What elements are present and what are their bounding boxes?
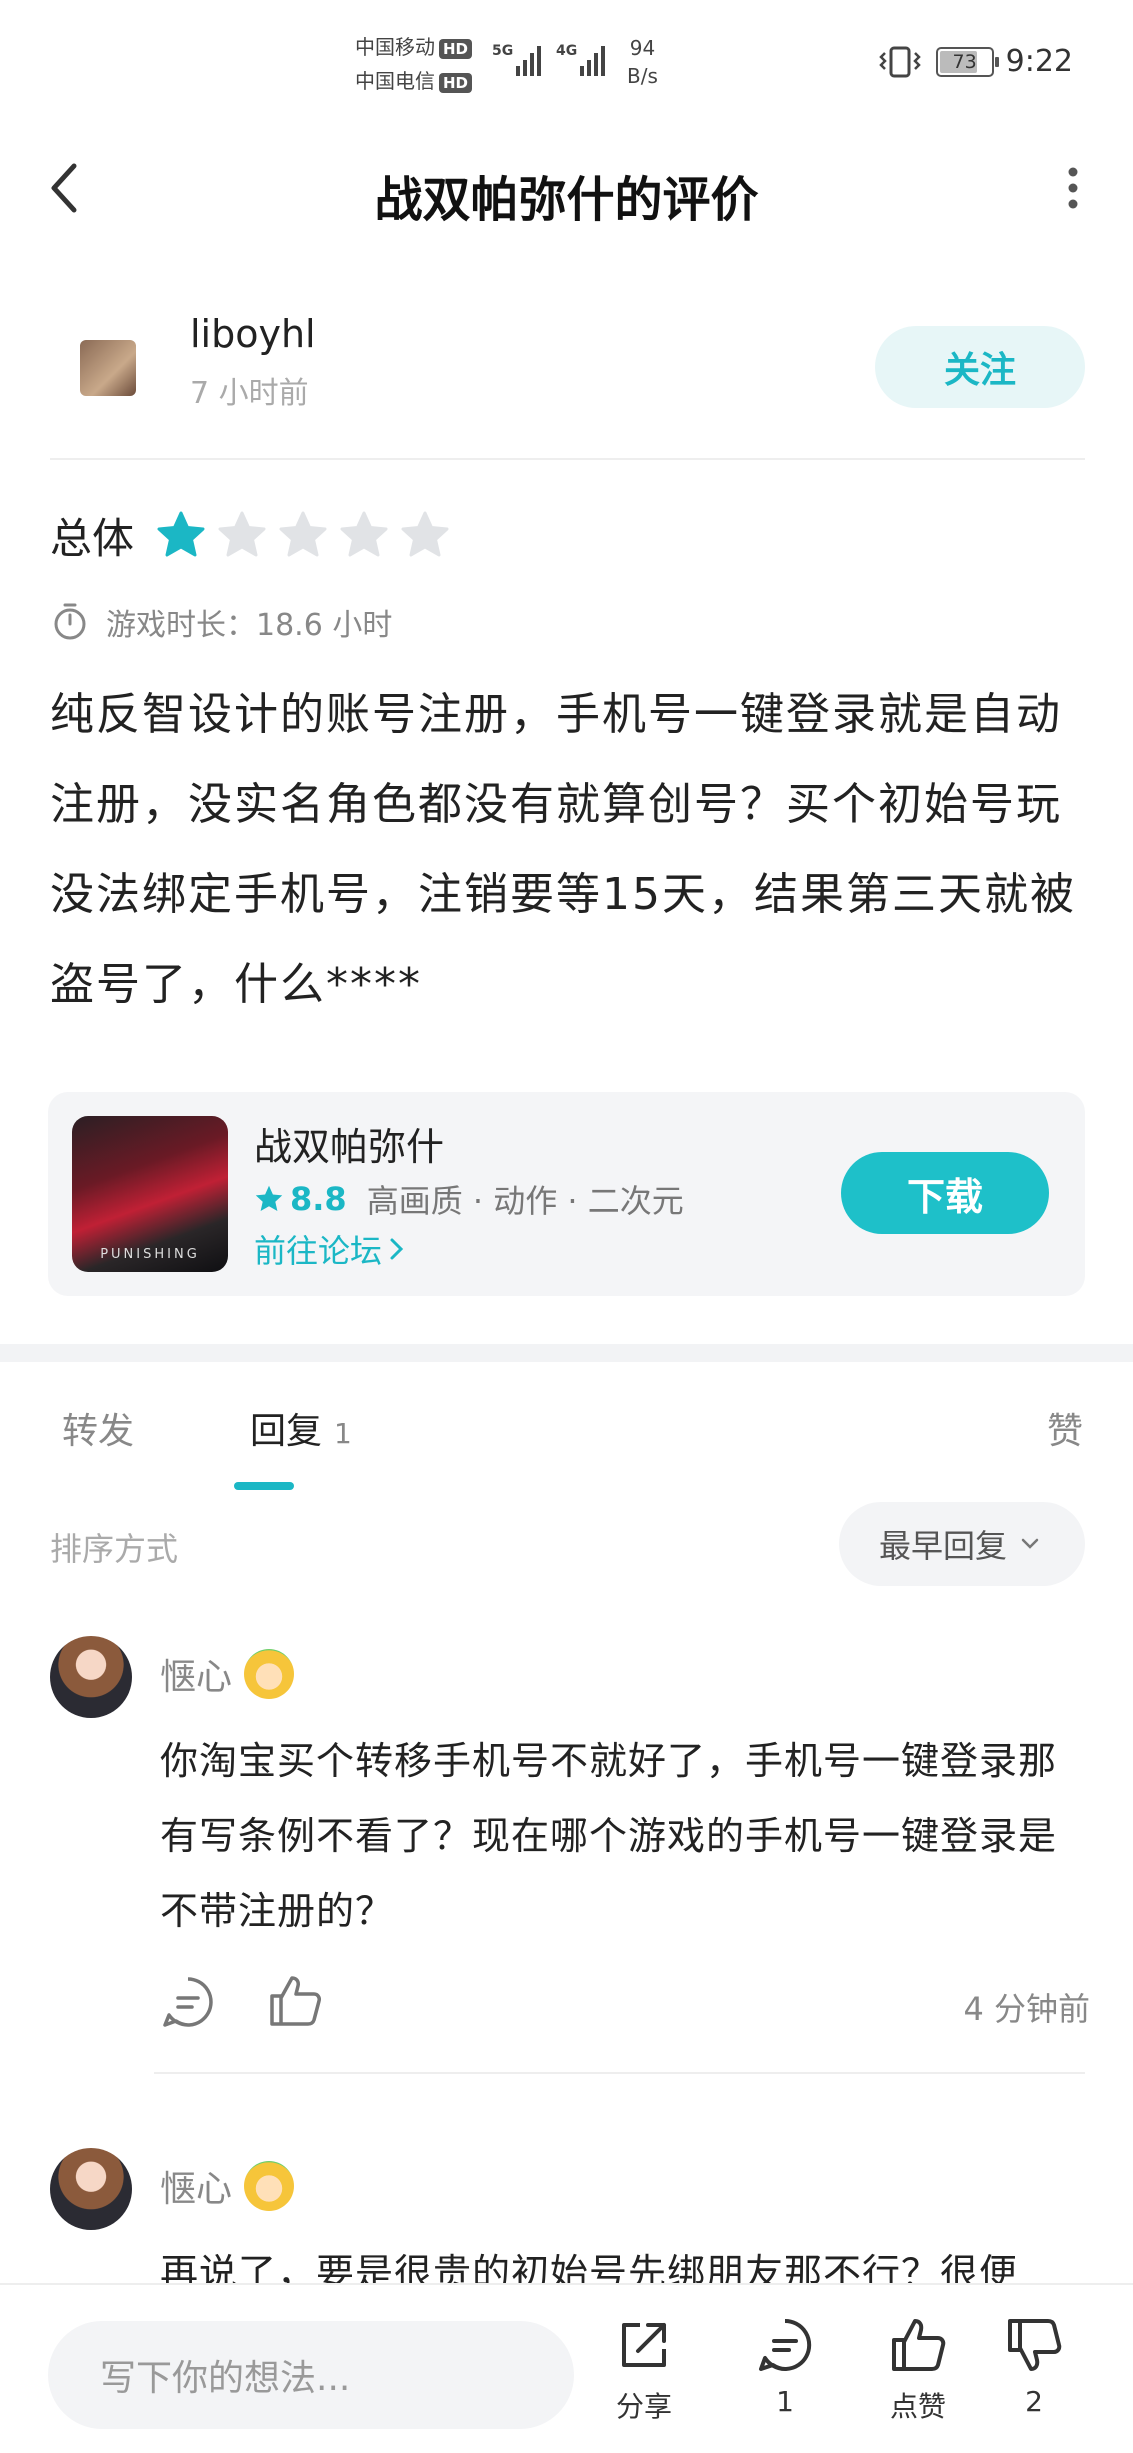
more-vertical-icon[interactable] — [1053, 158, 1093, 218]
like-button[interactable]: 点赞 — [868, 2315, 968, 2425]
section-divider — [0, 1344, 1133, 1362]
sort-selected: 最早回复 — [878, 1527, 1007, 1565]
chevron-down-icon — [1021, 1538, 1039, 1549]
author-row: liboyhl 7 小时前 关注 — [50, 300, 1085, 460]
comment-text: 你淘宝买个转移手机号不就好了，手机号一键登录那有写条例不看了？现在哪个游戏的手机… — [160, 1739, 1058, 1933]
tab-repost[interactable]: 转发 — [62, 1402, 134, 1454]
playtime-label: 游戏时长： — [106, 608, 256, 643]
game-icon[interactable]: PUNISHING — [72, 1116, 228, 1272]
commenter-name[interactable]: 惬心 — [160, 2160, 232, 2212]
chevron-right-icon — [390, 1238, 404, 1260]
share-label: 分享 — [615, 2390, 672, 2423]
status-bar: 中国移动 HD 中国电信 HD 5G 4G 94 B/s 73 9:22 — [0, 0, 1133, 120]
playtime-row: 游戏时长： 18.6 小时 — [52, 600, 392, 644]
comment-time: 4 分钟前 — [963, 1990, 1090, 2028]
commenter-avatar[interactable] — [50, 1636, 132, 1718]
game-tags: 高画质 · 动作 · 二次元 — [366, 1182, 684, 1220]
battery-icon: 73 — [935, 46, 999, 77]
star-empty-icon — [279, 511, 327, 557]
comment-input[interactable]: 写下你的想法... — [48, 2321, 574, 2429]
sort-row: 排序方式 最早回复 — [50, 1502, 1085, 1586]
game-card[interactable]: PUNISHING 战双帕弥什 8.8 高画质 · 动作 · 二次元 前往论坛 … — [48, 1092, 1085, 1296]
tab-replies[interactable]: 回复 1 — [250, 1402, 352, 1454]
vibrate-icon — [878, 46, 921, 77]
like-label: 点赞 — [889, 2390, 946, 2423]
comment-text: 再说了，要是很贵的初始号先绑朋友那不行？很便 — [160, 2251, 1019, 2288]
page-title: 战双帕弥什的评价 — [374, 172, 759, 228]
user-badge-icon — [244, 1649, 295, 1699]
comment-item: 惬心 再说了，要是很贵的初始号先绑朋友那不行？很便 — [50, 2148, 1085, 2288]
battery-level: 73 — [952, 50, 977, 73]
comment-count: 1 — [776, 2385, 794, 2418]
active-tab-indicator — [234, 1482, 294, 1490]
forum-link-label: 前往论坛 — [254, 1232, 383, 1270]
star-filled-icon — [157, 511, 205, 557]
author-username[interactable]: liboyhl — [190, 312, 316, 356]
follow-button[interactable]: 关注 — [875, 326, 1085, 408]
share-button[interactable]: 分享 — [594, 2315, 694, 2425]
rating-row: 总体 — [50, 495, 461, 575]
tab-replies-label: 回复 — [250, 1411, 323, 1452]
score-star-icon — [255, 1185, 283, 1211]
game-icon-logo: PUNISHING — [100, 1247, 200, 1262]
tab-bar: 转发 回复 1 赞 — [0, 1362, 1133, 1492]
clock: 9:22 — [1005, 44, 1073, 79]
thumbs-up-icon — [892, 2319, 946, 2371]
network-4g-label: 4G — [556, 43, 577, 59]
app-header: 战双帕弥什的评价 — [0, 130, 1133, 250]
tab-replies-count: 1 — [334, 1417, 352, 1450]
playtime-value: 18.6 小时 — [256, 608, 393, 643]
commenter-name-row: 惬心 — [160, 1648, 295, 1700]
commenter-name-row: 惬心 — [160, 2160, 295, 2212]
hd-badge: HD — [439, 39, 473, 59]
bottom-action-bar: 写下你的想法... 分享 1 点赞 2 — [0, 2283, 1133, 2453]
carrier-2: 中国电信 — [355, 69, 435, 93]
game-score: 8.8 — [290, 1180, 347, 1218]
timer-icon — [54, 603, 86, 640]
author-avatar[interactable] — [80, 340, 136, 396]
sort-dropdown[interactable]: 最早回复 — [839, 1502, 1085, 1586]
share-icon — [622, 2323, 666, 2367]
comment-divider — [154, 2072, 1085, 2074]
dislike-button[interactable]: 2 — [984, 2315, 1084, 2418]
user-badge-icon — [244, 2161, 295, 2211]
star-empty-icon — [401, 511, 449, 557]
star-empty-icon — [218, 511, 266, 557]
tab-likes[interactable]: 赞 — [1047, 1402, 1083, 1454]
comment-icon — [759, 2318, 812, 2371]
network-speed: 94 B/s — [627, 36, 658, 88]
comment-actions: 4 分钟前 — [160, 1968, 1090, 2038]
signal-icon: 5G 4G — [492, 43, 605, 76]
comment-button[interactable]: 1 — [735, 2315, 835, 2418]
review-text: 纯反智设计的账号注册，手机号一键登录就是自动注册，没实名角色都没有就算创号？买个… — [50, 689, 1076, 1010]
commenter-avatar[interactable] — [50, 2148, 132, 2230]
status-right: 73 9:22 — [878, 44, 1073, 79]
comment-item: 惬心 你淘宝买个转移手机号不就好了，手机号一键登录那有写条例不看了？现在哪个游戏… — [50, 1636, 1090, 2076]
post-time: 7 小时前 — [190, 376, 309, 411]
hd-badge: HD — [439, 73, 473, 93]
forum-link[interactable]: 前往论坛 — [254, 1226, 410, 1272]
rating-label: 总体 — [50, 513, 135, 563]
thumbs-down-icon — [1008, 2319, 1062, 2371]
network-5g-label: 5G — [492, 43, 513, 59]
thumbs-up-icon[interactable] — [266, 1972, 324, 2030]
game-meta: 8.8 高画质 · 动作 · 二次元 — [254, 1176, 684, 1222]
dislike-count: 2 — [1025, 2385, 1043, 2418]
carrier-info: 中国移动 HD 中国电信 HD — [355, 30, 473, 98]
download-button[interactable]: 下载 — [841, 1152, 1049, 1234]
star-empty-icon — [340, 511, 388, 557]
carrier-1: 中国移动 — [355, 35, 435, 59]
game-name[interactable]: 战双帕弥什 — [254, 1116, 444, 1171]
reply-icon[interactable] — [160, 1974, 216, 2030]
commenter-name[interactable]: 惬心 — [160, 1648, 232, 1700]
sort-label: 排序方式 — [50, 1530, 179, 1568]
